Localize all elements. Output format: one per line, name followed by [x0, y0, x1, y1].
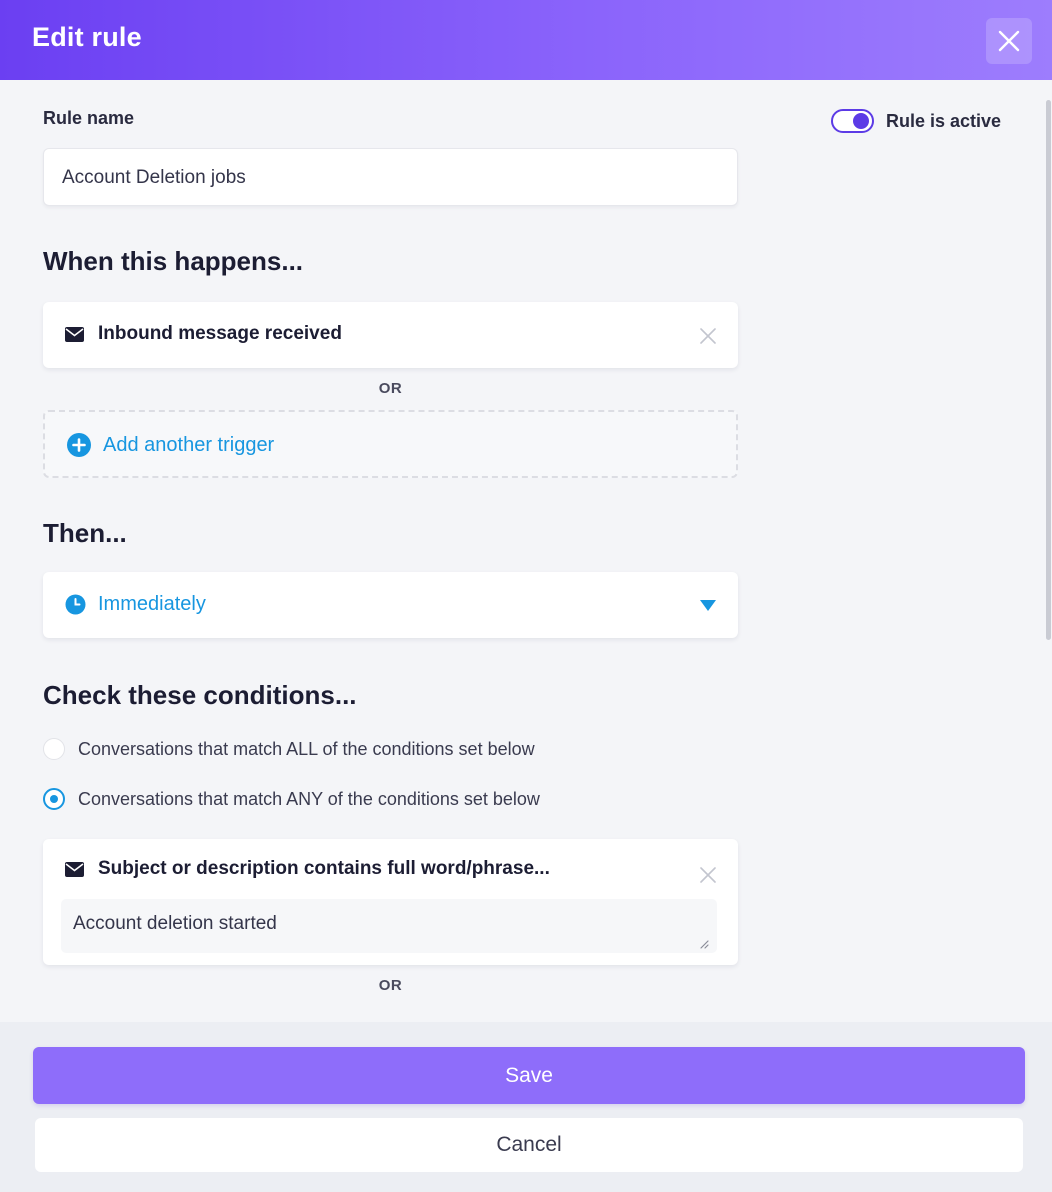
condition-card: Subject or description contains full wor…: [43, 839, 738, 965]
save-button[interactable]: Save: [33, 1047, 1025, 1104]
match-all-label: Conversations that match ALL of the cond…: [78, 738, 535, 759]
toggle-label: Rule is active: [886, 110, 1002, 131]
then-section-title: Then...: [43, 518, 127, 548]
radio-dot: [50, 795, 58, 803]
chevron-down-icon: [700, 600, 716, 611]
rule-name-input[interactable]: Account Deletion jobs: [43, 148, 738, 206]
timing-select[interactable]: Immediately: [43, 572, 738, 638]
match-all-radio[interactable]: [43, 738, 65, 760]
conditions-section-title: Check these conditions...: [43, 680, 357, 710]
modal-title: Edit rule: [32, 22, 142, 52]
match-any-radio[interactable]: [43, 788, 65, 810]
plus-circle-icon: [67, 433, 91, 457]
condition-value-textarea[interactable]: Account deletion started: [61, 899, 717, 953]
add-trigger-button[interactable]: Add another trigger: [43, 410, 738, 478]
trigger-card: Inbound message received: [43, 302, 738, 368]
condition-label: Subject or description contains full wor…: [98, 858, 550, 879]
timing-row: Immediately: [65, 593, 206, 616]
rule-name-label: Rule name: [43, 108, 135, 128]
close-button[interactable]: [986, 18, 1032, 64]
edit-rule-modal: Edit rule Rule name Rule is active Accou…: [0, 0, 1052, 1192]
toggle-switch[interactable]: [831, 109, 874, 133]
cancel-button[interactable]: Cancel: [35, 1118, 1023, 1172]
add-trigger-row: Add another trigger: [67, 433, 274, 457]
when-section-title: When this happens...: [43, 246, 304, 276]
envelope-icon: [65, 326, 84, 342]
rule-active-toggle[interactable]: Rule is active: [831, 107, 1001, 135]
envelope-icon: [65, 861, 84, 877]
resize-handle-icon[interactable]: [699, 939, 709, 949]
modal-header: Edit rule: [0, 0, 1052, 80]
timing-value: Immediately: [98, 593, 206, 615]
trigger-row: Inbound message received: [65, 323, 342, 345]
or-divider: OR: [378, 380, 403, 397]
toggle-knob: [853, 113, 869, 129]
modal-body[interactable]: Rule name Rule is active Account Deletio…: [0, 80, 1045, 1022]
match-all-radio-option[interactable]: Conversations that match ALL of the cond…: [43, 738, 535, 760]
add-trigger-label: Add another trigger: [103, 433, 275, 456]
trigger-label: Inbound message received: [98, 323, 342, 344]
remove-trigger-icon[interactable]: [700, 328, 716, 344]
match-any-label: Conversations that match ANY of the cond…: [78, 788, 540, 809]
condition-row: Subject or description contains full wor…: [65, 858, 550, 880]
remove-condition-icon[interactable]: [700, 867, 716, 883]
scrollbar[interactable]: [1046, 100, 1051, 640]
clock-icon: [65, 594, 86, 615]
modal-footer: Save Cancel: [0, 1022, 1052, 1192]
or-divider-conditions: OR: [378, 977, 403, 994]
match-any-radio-option[interactable]: Conversations that match ANY of the cond…: [43, 788, 540, 810]
close-icon: [998, 30, 1020, 52]
